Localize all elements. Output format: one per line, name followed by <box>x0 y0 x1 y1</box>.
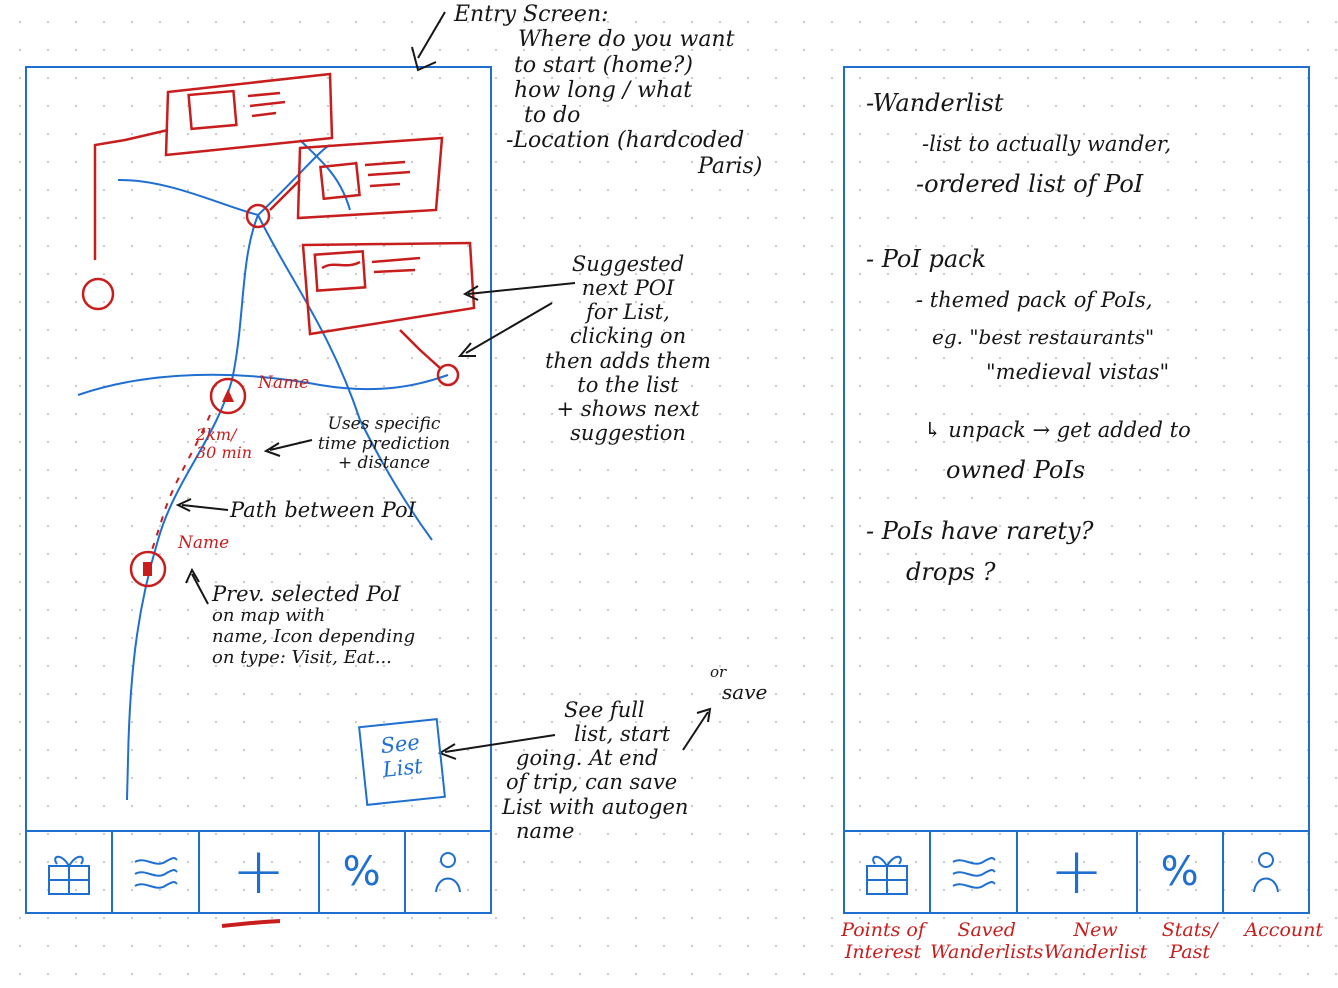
prev-note-line: name, Icon depending <box>212 625 416 647</box>
nav-points-of-interest[interactable] <box>845 832 932 912</box>
time-value: 30 min <box>196 443 253 463</box>
percent-icon: % <box>1160 849 1199 895</box>
suggested-note-line: next POI <box>581 276 675 301</box>
uses-note-line: time prediction <box>317 433 451 454</box>
or-save-note: or save <box>710 663 768 705</box>
gift-icon <box>866 855 909 895</box>
note-wanderlist: -Wanderlist <box>866 89 1004 117</box>
uses-specific-note: Uses specific time prediction + distance <box>284 414 484 474</box>
or-save-line: save <box>722 680 768 705</box>
percent-icon: % <box>342 849 381 895</box>
left-bottom-nav: + % <box>27 830 490 912</box>
person-icon <box>1252 852 1279 893</box>
nav-new-wanderlist[interactable]: + <box>200 832 320 912</box>
nav-label-saved-wanderlists: Saved Wanderlists <box>930 919 1044 963</box>
right-bottom-nav: + % <box>845 830 1308 912</box>
distance-value: 2km/ <box>196 425 237 444</box>
note-line: drops ? <box>906 558 996 586</box>
suggested-poi-note: Suggested next POI for List, clicking on… <box>528 252 728 445</box>
see-full-note-line: list, start <box>574 722 671 747</box>
poi-card-1 <box>93 72 334 260</box>
entry-note-line: Paris) <box>698 153 763 179</box>
suggested-note-line: clicking on <box>569 324 687 349</box>
nav-saved-wanderlists[interactable] <box>113 832 200 912</box>
nav-new-wanderlist[interactable]: + <box>1018 832 1138 912</box>
entry-note-line: how long / what <box>514 77 693 103</box>
path-between-poi-note: Path between PoI <box>230 498 416 522</box>
note-line: -ordered list of PoI <box>916 170 1144 198</box>
nav-stats-past[interactable]: % <box>320 832 406 912</box>
suggested-note-line: suggestion <box>570 420 686 445</box>
nav-account[interactable] <box>406 832 490 912</box>
suggested-note-line: for List, <box>586 300 670 325</box>
entry-note-line: to start (home?) <box>514 52 693 78</box>
gift-icon <box>48 855 91 895</box>
poi-name-label: Name <box>178 533 230 553</box>
note-line: ↳ unpack → get added to <box>924 418 1191 442</box>
prev-note-line: Prev. selected PoI <box>212 582 401 606</box>
plus-icon: + <box>231 835 286 909</box>
poi-card-3 <box>301 241 476 369</box>
or-save-line: or <box>710 663 727 681</box>
prev-note-line: on type: Visit, Eat... <box>212 646 392 668</box>
nav-label-new-wanderlist: New Wanderlist <box>1043 919 1148 963</box>
map-road-north <box>257 144 331 216</box>
suggested-note-line: Suggested <box>571 252 685 276</box>
time-distance-label: 2km/ 30 min <box>196 425 253 463</box>
see-list-button[interactable]: See List <box>358 718 446 806</box>
map-road-west <box>118 179 259 216</box>
nav-stats-past[interactable]: % <box>1138 832 1224 912</box>
uses-note-line: Uses specific <box>327 414 441 434</box>
nav-saved-wanderlists[interactable] <box>931 832 1018 912</box>
see-full-note-line: name <box>516 818 575 843</box>
suggested-note-line: + shows next <box>556 396 700 421</box>
suggested-note-line: to the list <box>577 372 679 397</box>
nav-label-points-of-interest: Points of Interest <box>841 919 925 963</box>
note-line: -list to actually wander, <box>922 132 1172 156</box>
nav-label-stats-past: Stats/ Past <box>1161 919 1218 963</box>
entry-note-line: to do <box>524 103 581 129</box>
see-full-note-line: going. At end <box>516 746 659 771</box>
note-poi-pack: - PoI pack <box>866 245 987 273</box>
note-line: eg. "best restaurants" <box>932 325 1155 349</box>
waves-icon <box>134 857 179 889</box>
note-line: - themed pack of PoIs, <box>916 288 1153 312</box>
note-line: owned PoIs <box>946 456 1086 484</box>
prev-selected-note: Prev. selected PoI on map with name, Ico… <box>212 582 472 668</box>
nav-label-account: Account <box>1244 919 1323 941</box>
see-full-note-line: of trip, can save <box>506 770 678 795</box>
suggested-note-line: then adds them <box>545 348 711 373</box>
plus-icon: + <box>1049 835 1104 909</box>
nav-points-of-interest[interactable] <box>27 832 114 912</box>
nav-account[interactable] <box>1224 832 1308 912</box>
note-pois-rarety: - PoIs have rarety? <box>866 517 1094 545</box>
waves-icon <box>952 857 997 889</box>
see-full-note-line: List with autogen <box>502 794 689 819</box>
person-icon <box>434 852 461 893</box>
nav-labels: Points of Interest Saved Wanderlists New… <box>836 919 1336 964</box>
entry-note-line: Where do you want <box>518 27 735 53</box>
poi-name-label: Name <box>258 373 310 393</box>
entry-note-title: Entry Screen: <box>454 2 609 27</box>
uses-note-line: + distance <box>337 453 431 474</box>
prev-note-line: on map with <box>212 605 326 627</box>
poi-marker-west <box>81 277 115 311</box>
entry-note-line: -Location (hardcoded <box>506 128 745 154</box>
note-line: "medieval vistas" <box>986 360 1170 384</box>
right-notes: -Wanderlist -list to actually wander, -o… <box>866 82 1296 592</box>
entry-screen-note: Entry Screen: Where do you want to start… <box>448 2 778 179</box>
see-full-list-note: See full list, start going. At end of tr… <box>502 698 782 843</box>
